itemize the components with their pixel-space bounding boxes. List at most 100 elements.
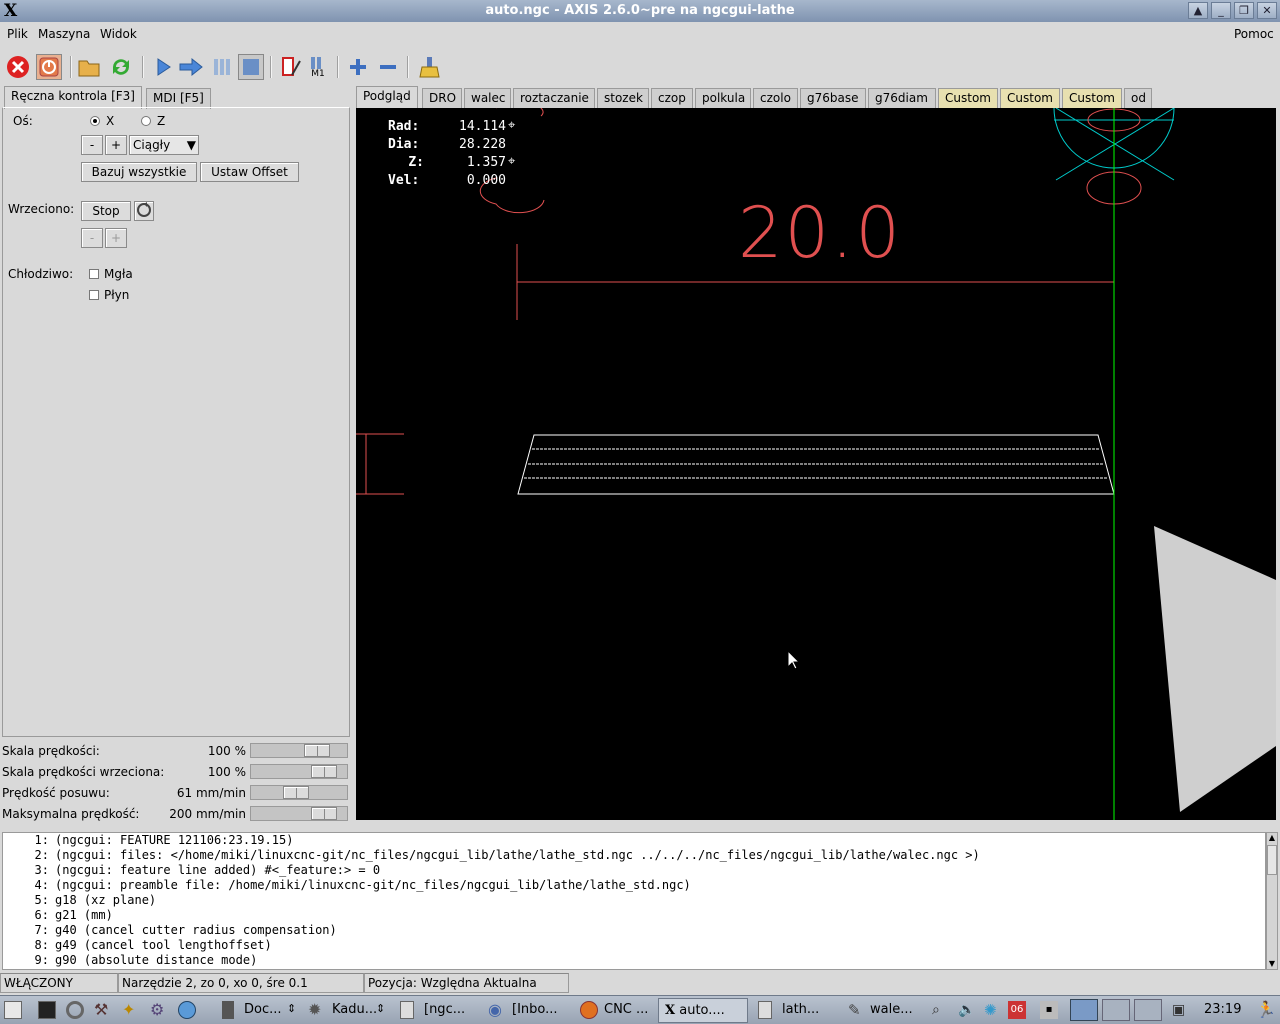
show-desktop-icon[interactable] xyxy=(4,1001,22,1019)
tab-mdi[interactable]: MDI [F5] xyxy=(146,88,211,109)
volume-icon[interactable]: 🔈 xyxy=(958,1001,976,1019)
window-minimize-button[interactable]: _ xyxy=(1211,2,1231,19)
workspace-1-icon[interactable] xyxy=(1070,999,1098,1021)
optional-stop-icon[interactable]: M1 xyxy=(305,54,331,80)
spindle-faster-button[interactable]: + xyxy=(105,228,127,248)
menu-view[interactable]: Widok xyxy=(100,27,137,41)
gcode-line[interactable]: 3: (ngcgui: feature line added) #<_featur… xyxy=(3,863,1265,878)
feed-override-slider[interactable] xyxy=(250,743,348,758)
slider-thumb[interactable] xyxy=(304,744,330,757)
reload-icon[interactable] xyxy=(108,54,134,80)
task-ngc[interactable]: [ngc... xyxy=(418,998,471,1023)
task-walec[interactable]: wale... xyxy=(864,998,919,1023)
gcode-line[interactable]: 4: (ngcgui: preamble file: /home/miki/lin… xyxy=(3,878,1265,893)
zoom-in-icon[interactable] xyxy=(345,54,371,80)
task-switch-icon[interactable]: ⇕ xyxy=(287,1002,296,1015)
tools-icon[interactable]: ⚒ xyxy=(94,1001,112,1019)
scroll-up-icon[interactable]: ▲ xyxy=(1267,833,1277,843)
axis-x-radio[interactable] xyxy=(90,116,100,126)
window-raise-button[interactable]: ▲ xyxy=(1188,2,1208,19)
clipboard-icon[interactable]: ▣ xyxy=(1172,1001,1190,1019)
jog-speed-slider[interactable] xyxy=(250,785,348,800)
slider-thumb[interactable] xyxy=(283,786,309,799)
power-icon[interactable] xyxy=(36,54,62,80)
tab-czolo-7[interactable]: czolo xyxy=(753,88,798,109)
task-switch-icon[interactable]: ⇕ xyxy=(376,1002,385,1015)
spindle-override-slider[interactable] xyxy=(250,764,348,779)
window-maximize-button[interactable]: ❐ xyxy=(1234,2,1254,19)
workspace-3-icon[interactable] xyxy=(1134,999,1162,1021)
zoom-out-icon[interactable] xyxy=(375,54,401,80)
terminal-icon[interactable] xyxy=(38,1001,56,1019)
tab-custom-11[interactable]: Custom xyxy=(1000,88,1060,109)
tab-podgląd-0[interactable]: Podgląd xyxy=(356,86,418,109)
max-velocity-slider[interactable] xyxy=(250,806,348,821)
gcode-scrollbar[interactable]: ▲ ▼ xyxy=(1266,832,1278,970)
scroll-down-icon[interactable]: ▼ xyxy=(1267,959,1277,969)
search-icon[interactable]: ⌕ xyxy=(932,1001,950,1019)
launcher-icon[interactable]: ✦ xyxy=(122,1001,140,1019)
network-icon[interactable]: ⚙ xyxy=(150,1001,168,1019)
spindle-rotate-icon[interactable] xyxy=(134,201,154,221)
gcode-line[interactable]: 7: g40 (cancel cutter radius compensation… xyxy=(3,923,1265,938)
stop-icon[interactable] xyxy=(238,54,264,80)
tab-manual-control[interactable]: Ręczna kontrola [F3] xyxy=(4,86,142,109)
gcode-line[interactable]: 8: g49 (cancel tool lengthoffset) xyxy=(3,938,1265,953)
home-all-button[interactable]: Bazuj wszystkie xyxy=(81,162,197,182)
gcode-listing[interactable]: 1: (ngcgui: FEATURE 121106:23.19.15) 2: (ng… xyxy=(2,832,1266,970)
tab-custom-10[interactable]: Custom xyxy=(938,88,998,109)
tab-g76base-8[interactable]: g76base xyxy=(800,88,866,109)
slider-thumb[interactable] xyxy=(311,765,337,778)
mist-checkbox[interactable] xyxy=(89,269,99,279)
tray-icon[interactable]: ▪ xyxy=(1040,1001,1058,1019)
task-auto-active[interactable]: X auto.... xyxy=(658,998,748,1023)
block-delete-icon[interactable] xyxy=(277,54,303,80)
tab-od-13[interactable]: od xyxy=(1124,88,1152,109)
window-close-button[interactable]: ✕ xyxy=(1257,2,1277,19)
weather-icon[interactable]: ✺ xyxy=(984,1001,1002,1019)
task-cnc[interactable]: CNC ... xyxy=(598,998,654,1023)
step-icon[interactable] xyxy=(178,54,204,80)
tab-czop-5[interactable]: czop xyxy=(651,88,693,109)
task-lath[interactable]: lath... xyxy=(776,998,825,1023)
tab-polkula-6[interactable]: polkula xyxy=(695,88,751,109)
axis-z-radio[interactable] xyxy=(141,116,151,126)
workspace-2-icon[interactable] xyxy=(1102,999,1130,1021)
menu-help[interactable]: Pomoc xyxy=(1234,27,1274,41)
slider-thumb[interactable] xyxy=(311,807,337,820)
gcode-line[interactable]: 1: (ngcgui: FEATURE 121106:23.19.15) xyxy=(3,833,1265,848)
browser-icon[interactable] xyxy=(178,1001,196,1019)
menu-file[interactable]: Plik xyxy=(7,27,28,41)
calendar-badge[interactable]: 06 xyxy=(1008,1001,1026,1019)
gcode-line[interactable]: 9: g90 (absolute distance mode) xyxy=(3,953,1265,968)
tab-roztaczanie-3[interactable]: roztaczanie xyxy=(513,88,595,109)
scroll-thumb[interactable] xyxy=(1267,845,1277,875)
clear-plot-icon[interactable] xyxy=(416,54,442,80)
gcode-line[interactable]: 5: g18 (xz plane) xyxy=(3,893,1265,908)
spindle-stop-button[interactable]: Stop xyxy=(81,201,131,221)
task-kadu[interactable]: Kadu... xyxy=(326,998,383,1023)
spindle-slower-button[interactable]: - xyxy=(81,228,103,248)
jog-plus-button[interactable]: + xyxy=(105,135,127,155)
task-inbox[interactable]: [Inbo... xyxy=(506,998,564,1023)
flood-checkbox[interactable] xyxy=(89,290,99,300)
task-doc[interactable]: Doc... xyxy=(238,998,288,1023)
runner-icon[interactable]: 🏃 xyxy=(1256,1001,1276,1019)
gcode-line[interactable]: 6: g21 (mm) xyxy=(3,908,1265,923)
pause-icon[interactable] xyxy=(208,54,234,80)
gcode-line[interactable]: 2: (ngcgui: files: </home/miki/linuxcnc-g… xyxy=(3,848,1265,863)
estop-icon[interactable] xyxy=(5,54,31,80)
settings-icon[interactable] xyxy=(66,1001,84,1019)
tab-stozek-4[interactable]: stozek xyxy=(597,88,649,109)
touch-off-button[interactable]: Ustaw Offset xyxy=(200,162,299,182)
preview-canvas[interactable]: 20.0 Rad: 14.114 ⌖ Dia: 28.228 Z: 1.357 … xyxy=(356,108,1276,820)
tab-dro-1[interactable]: DRO xyxy=(422,88,462,109)
jog-minus-button[interactable]: - xyxy=(81,135,103,155)
open-icon[interactable] xyxy=(76,54,102,80)
run-icon[interactable] xyxy=(150,54,176,80)
tab-custom-12[interactable]: Custom xyxy=(1062,88,1122,109)
tab-g76diam-9[interactable]: g76diam xyxy=(868,88,936,109)
menu-machine[interactable]: Maszyna xyxy=(38,27,90,41)
jog-mode-select[interactable]: Ciągły ▼ xyxy=(129,135,199,155)
tab-walec-2[interactable]: walec xyxy=(464,88,511,109)
